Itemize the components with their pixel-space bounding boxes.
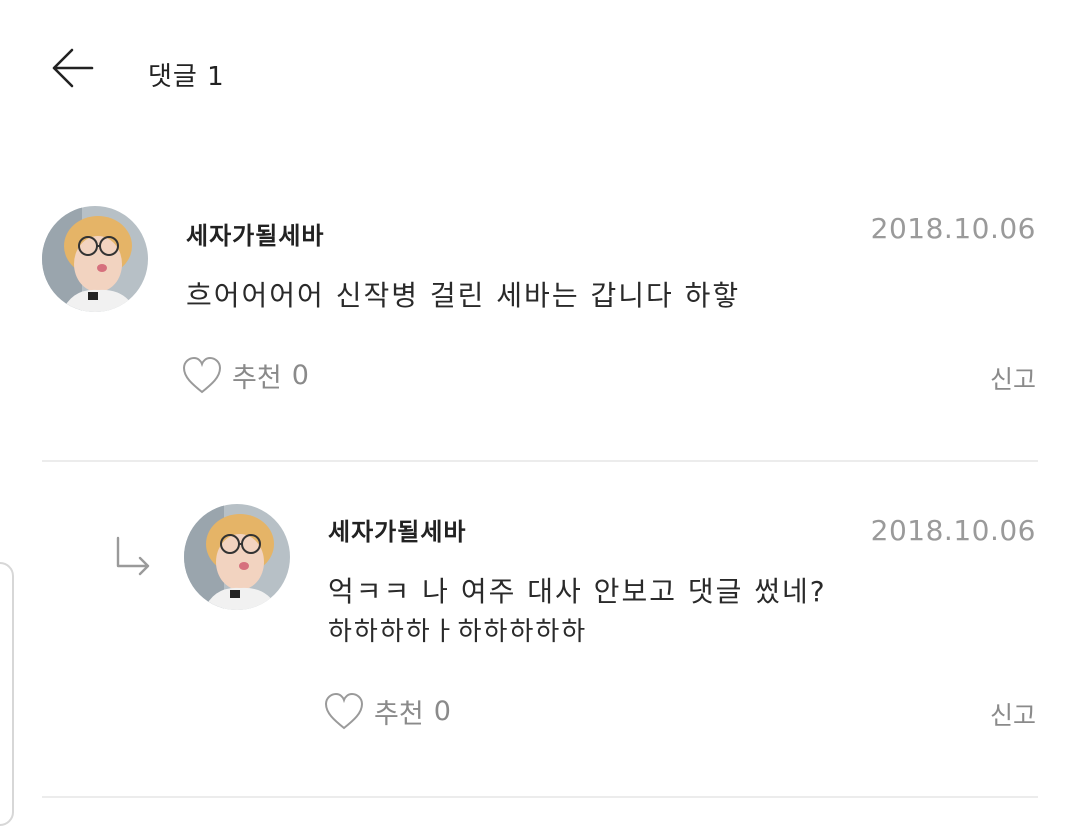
like-label: 추천 xyxy=(232,363,282,394)
comment-author[interactable]: 세자가될세바 xyxy=(186,216,324,251)
side-panel-edge xyxy=(0,562,14,826)
like-button[interactable]: 추천 0 xyxy=(324,692,451,731)
avatar-image xyxy=(42,206,148,312)
heart-icon xyxy=(324,692,364,729)
heart-icon xyxy=(182,356,222,393)
comment-text-line1: 억ㅋㅋ 나 여주 대사 안보고 댓글 썼네? xyxy=(328,575,827,608)
page-title: 댓글 1 xyxy=(148,62,225,92)
like-label: 추천 xyxy=(374,699,424,730)
arrow-left-icon xyxy=(52,48,94,88)
comment-author[interactable]: 세자가될세바 xyxy=(328,512,466,547)
reply-arrow-icon xyxy=(112,536,154,582)
like-count: 0 xyxy=(291,360,309,391)
report-button[interactable]: 신고 xyxy=(990,360,1036,396)
comment-date: 2018.10.06 xyxy=(870,212,1036,245)
comment-text-line2: 하하하하ㅏ하하하하하 xyxy=(328,617,588,647)
like-count: 0 xyxy=(433,696,451,727)
comment-date: 2018.10.06 xyxy=(870,514,1036,547)
back-button[interactable] xyxy=(48,44,96,92)
divider xyxy=(42,796,1038,798)
divider xyxy=(42,460,1038,462)
like-button[interactable]: 추천 0 xyxy=(182,356,309,395)
avatar[interactable] xyxy=(184,504,290,610)
avatar[interactable] xyxy=(42,206,148,312)
report-button[interactable]: 신고 xyxy=(990,696,1036,732)
comment-text: 흐어어어어 신작병 걸린 세바는 갑니다 하핳 xyxy=(186,279,741,312)
avatar-image xyxy=(184,504,290,610)
